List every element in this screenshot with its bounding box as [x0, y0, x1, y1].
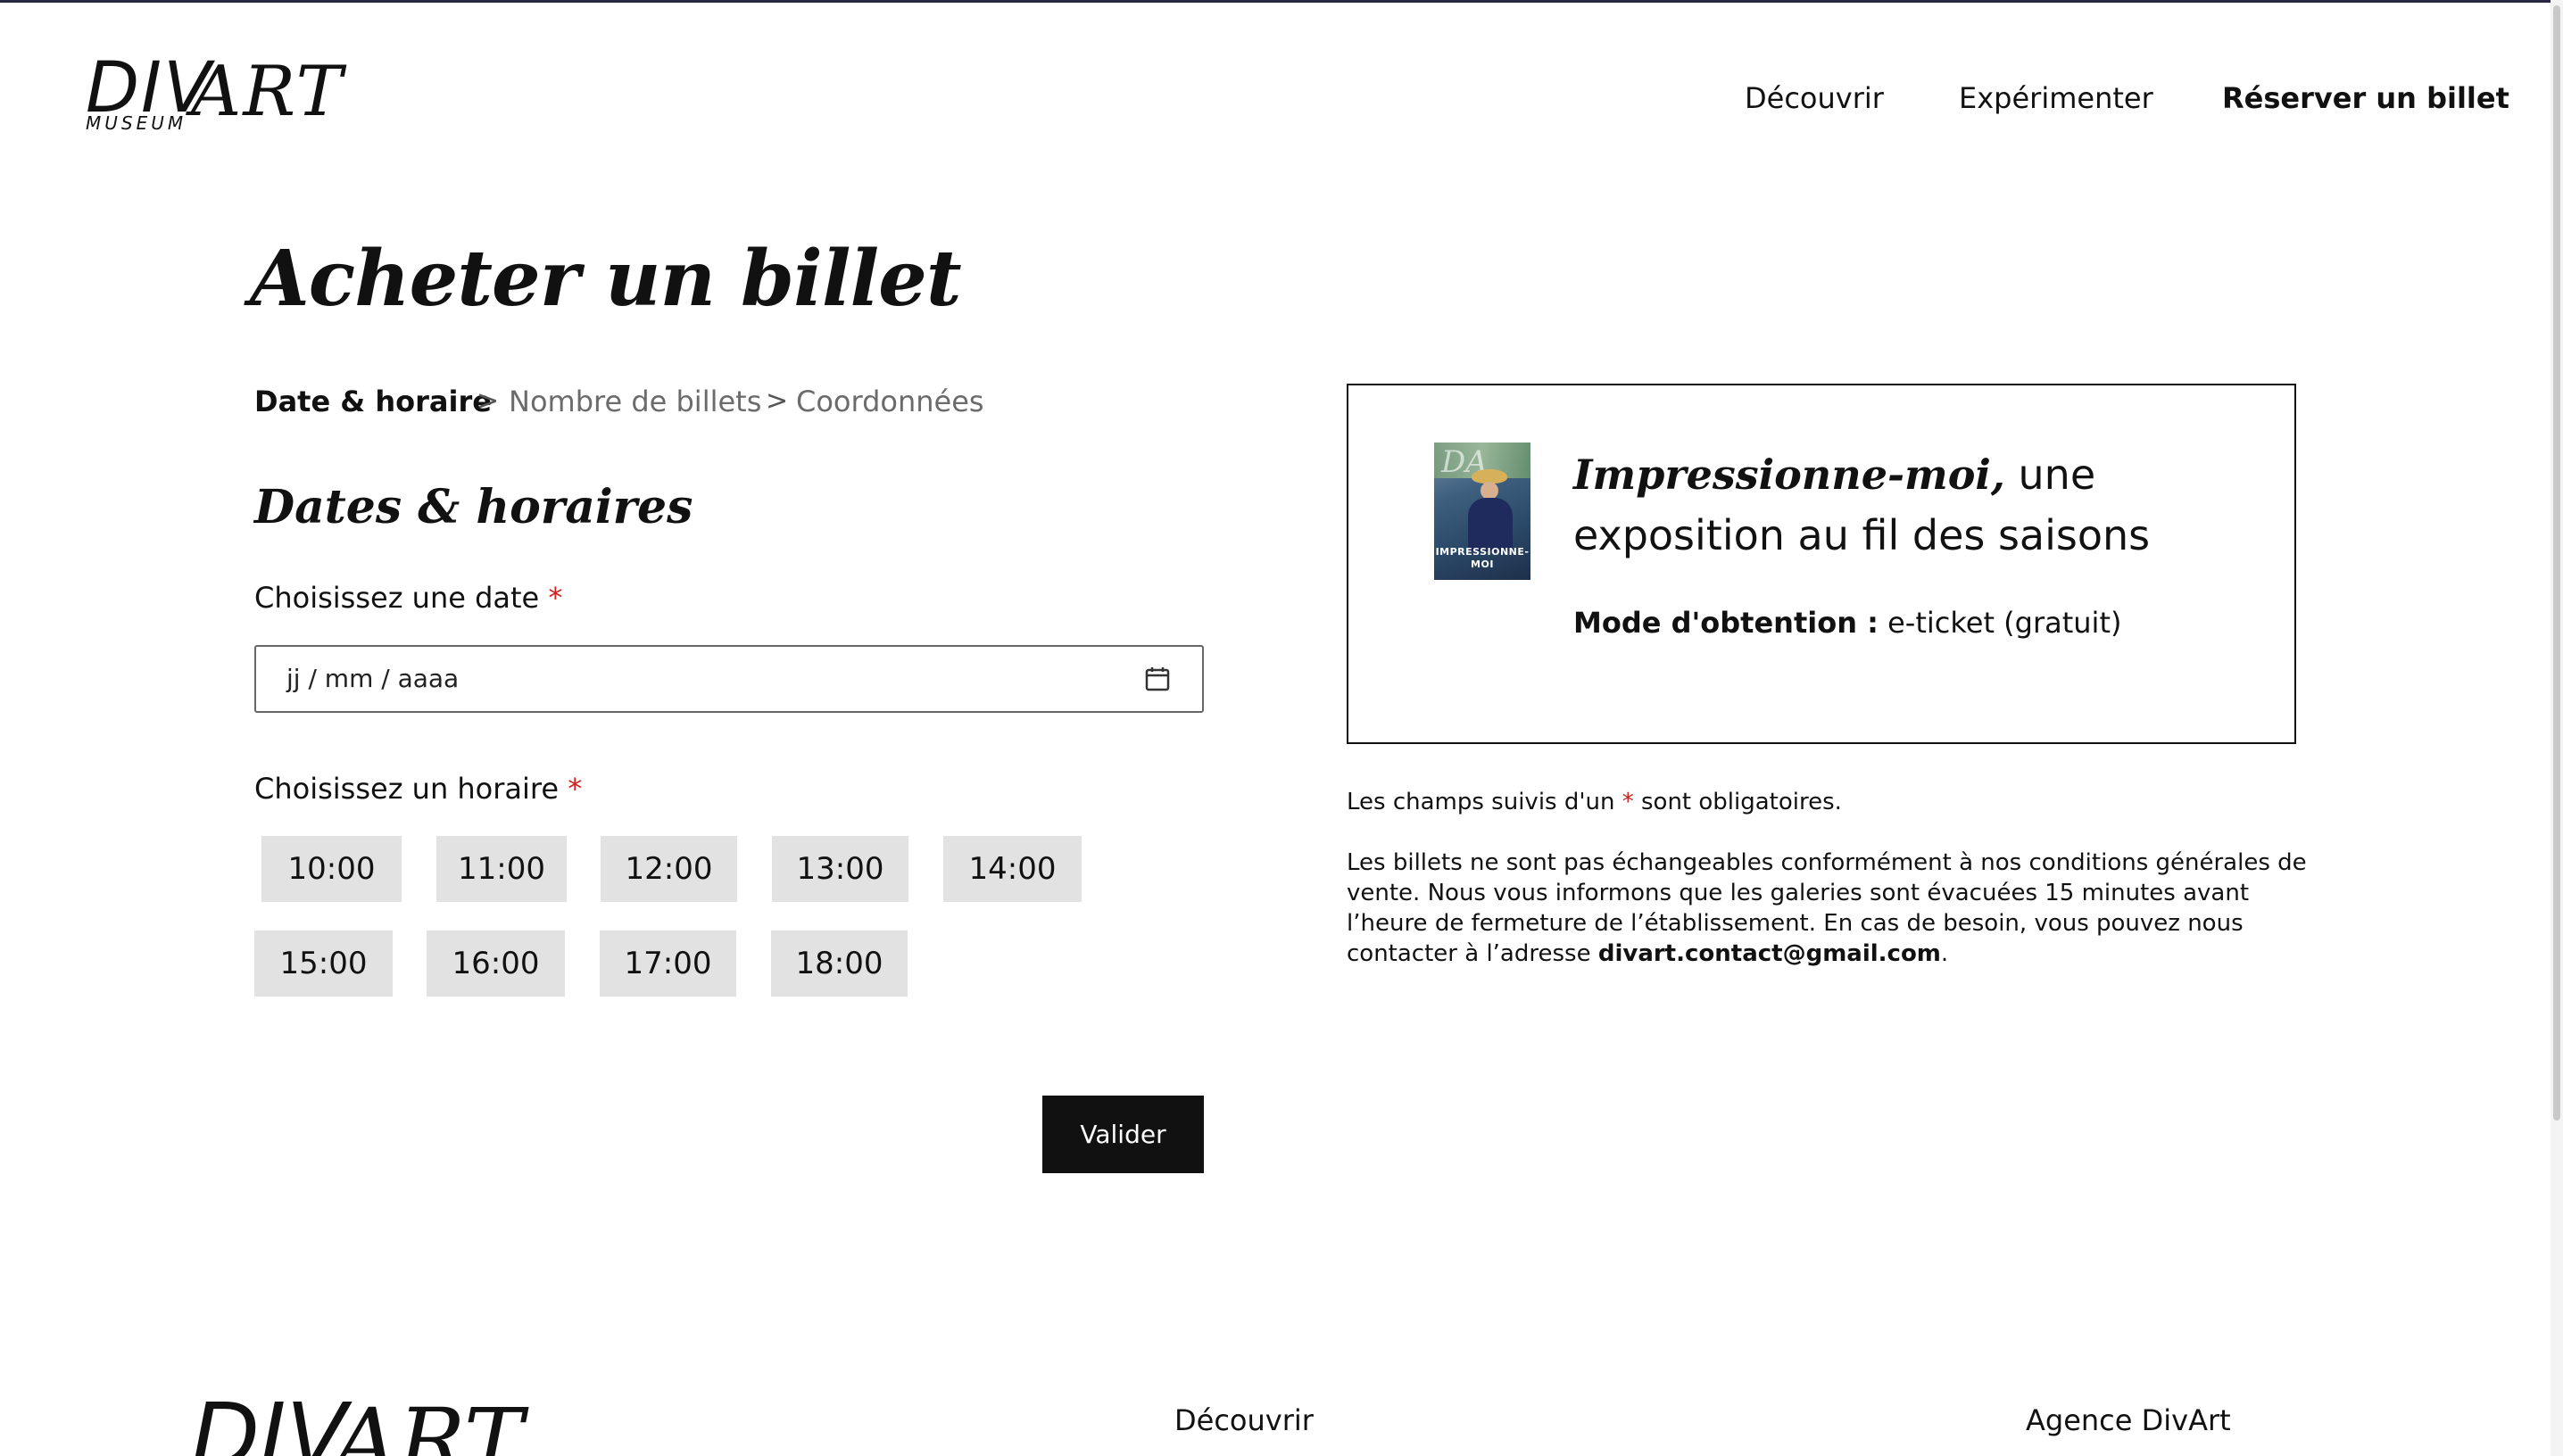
exhibition-title: Impressionne-moi, une exposition au fil … [1573, 444, 2252, 566]
nav-decouvrir[interactable]: Découvrir [1745, 80, 1884, 116]
footer-link-decouvrir[interactable]: Découvrir [1174, 1402, 1314, 1438]
breadcrumb-chevron-icon: > [766, 385, 789, 417]
date-label: Choisissez une date * [254, 580, 562, 616]
logo-museum-text: MUSEUM [86, 112, 187, 134]
footer-logo-div-text: DIV [191, 1392, 347, 1456]
required-mark: * [568, 772, 583, 806]
site-logo[interactable]: DIV ART MUSEUM [86, 54, 353, 139]
time-slot-button[interactable]: 11:00 [436, 836, 567, 902]
nav-reserver-billet[interactable]: Réserver un billet [2222, 80, 2509, 116]
calendar-icon[interactable] [1143, 665, 1172, 693]
time-slot-button[interactable]: 10:00 [261, 836, 402, 902]
thumbnail-face [1481, 482, 1498, 500]
delivery-mode-value: e-ticket (gratuit) [1878, 606, 2122, 640]
required-note-suffix: sont obligatoires. [1633, 789, 1842, 815]
ticket-info-note: Les billets ne sont pas échangeables con… [1347, 848, 2328, 969]
required-mark: * [1622, 789, 1634, 815]
footer-link-agence[interactable]: Agence DivArt [2026, 1402, 2231, 1438]
scrollbar-thumb[interactable] [2553, 5, 2560, 1121]
thumbnail-figure [1468, 498, 1513, 551]
contact-email-link[interactable]: divart.contact@gmail.com [1598, 940, 1941, 967]
breadcrumb-chevron-icon: > [477, 385, 500, 417]
required-mark: * [548, 581, 563, 615]
breadcrumb-step-contact: Coordonnées [796, 385, 984, 418]
exhibition-card: DA IMPRESSIONNE-MOI Impressionne-moi, un… [1347, 384, 2296, 744]
date-input[interactable]: jj / mm / aaaa [254, 645, 1204, 713]
page-title: Acheter un billet [250, 234, 962, 324]
time-slot-button[interactable]: 15:00 [254, 931, 393, 997]
ticket-info-end: . [1940, 940, 1949, 967]
date-label-text: Choisissez une date [254, 581, 540, 615]
time-slot-button[interactable]: 18:00 [771, 931, 908, 997]
nav-experimenter[interactable]: Expérimenter [1959, 80, 2153, 116]
time-slot-button[interactable]: 16:00 [427, 931, 565, 997]
delivery-mode-key: Mode d'obtention : [1573, 606, 1879, 640]
time-slot-button[interactable]: 12:00 [601, 836, 737, 902]
footer-logo[interactable]: DIV ART [191, 1392, 601, 1456]
time-slot-button[interactable]: 14:00 [943, 836, 1082, 902]
time-label: Choisissez un horaire * [254, 771, 582, 807]
time-label-text: Choisissez un horaire [254, 772, 560, 806]
thumbnail-caption: IMPRESSIONNE-MOI [1435, 546, 1530, 570]
validate-button[interactable]: Valider [1042, 1096, 1204, 1173]
section-title: Dates & horaires [254, 480, 693, 534]
required-note-prefix: Les champs suivis d'un [1347, 789, 1622, 815]
exhibition-thumbnail: DA IMPRESSIONNE-MOI [1434, 443, 1530, 580]
footer-logo-art-text: ART [334, 1392, 524, 1456]
top-border [0, 0, 2563, 3]
delivery-mode: Mode d'obtention : e-ticket (gratuit) [1573, 605, 2121, 641]
breadcrumb-step-tickets: Nombre de billets [509, 385, 762, 418]
time-slot-button[interactable]: 13:00 [772, 836, 908, 902]
time-slot-button[interactable]: 17:00 [600, 931, 736, 997]
required-fields-note: Les champs suivis d'un * sont obligatoir… [1347, 787, 2328, 817]
date-placeholder: jj / mm / aaaa [286, 664, 460, 693]
breadcrumb-step-date: Date & horaire [254, 385, 492, 418]
logo-art-text: ART [191, 52, 344, 132]
exhibition-title-emphasis: Impressionne-moi, [1573, 451, 2005, 499]
